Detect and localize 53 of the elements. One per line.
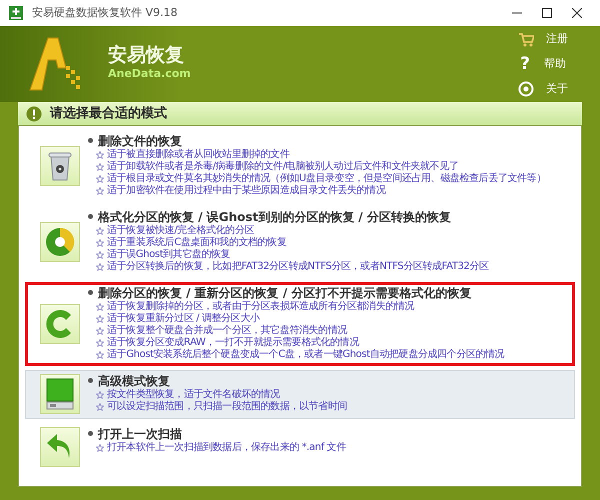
option-description: 适于恢复分区变成RAW，一打不开就提示需要格式化的情况	[107, 337, 359, 348]
star-icon	[96, 303, 104, 311]
website-label: AneData.com	[108, 66, 191, 82]
target-icon	[518, 80, 534, 97]
option-row[interactable]: 高级模式恢复 按文件类型恢复，适于文件名破坏的情况 可以设定扫描范围，只扫描一段范围的数据，以节省时间	[25, 370, 575, 419]
option-description: 适于Ghost安装系统后整个硬盘变成一个C盘，或者一键Ghost自动把硬盘分成四个分区的情况	[107, 349, 504, 361]
maximize-icon	[542, 8, 552, 18]
window-title: 安易硬盘数据恢复软件 V9.18	[32, 4, 178, 21]
star-icon	[96, 315, 104, 323]
option-description: 按文件类型恢复，适于文件名破坏的情况	[107, 389, 280, 400]
close-icon	[572, 8, 582, 18]
brand-name: 安易恢复	[108, 45, 185, 66]
star-icon	[96, 391, 104, 399]
option-description: 适于根目录或文件莫名其妙消失的情况（例如U盘目录变空，但是空间还占用、磁盘检查后丢了文件等）	[107, 173, 546, 184]
option-description: 适于重装系统后C盘桌面和我的文档的恢复	[107, 237, 286, 248]
cart-icon	[518, 32, 534, 47]
star-icon	[96, 339, 104, 347]
option-description: 适于误Ghost到其它盘的恢复	[107, 249, 230, 260]
option-row[interactable]: 格式化分区的恢复 / 误Ghost到别的分区的恢复 / 分区转换的恢复 适于恢复被快速/完全格式化的分区 适于重装系统后C盘桌面和我的文档的恢复 适于误Ghost到其它盘的恢复 适于分区转换后的恢复，比如把FAT32分区转成NTFS分区，或者NTFS分区转成FAT32分区	[25, 206, 575, 278]
option-description: 打开本软件上一次扫描到数据后，保存出来的 *.anf 文件	[107, 442, 346, 454]
option-description: 适于恢复整个硬盘合并成一个分区，其它盘符消失的情况	[107, 325, 348, 336]
option-description: 可以设定扫描范围，只扫描一段范围的数据，以节省时间	[107, 401, 348, 413]
option-title[interactable]: 删除分区的恢复 / 重新分区的恢复 / 分区打不开提示需要格式化的恢复	[88, 286, 504, 301]
star-icon	[96, 251, 104, 259]
help-icon: ?	[518, 56, 532, 72]
option-description: 适于加密软件在使用过程中由于某些原因造成目录文件丢失的情况	[107, 185, 386, 197]
star-icon	[96, 444, 104, 452]
star-icon	[96, 187, 104, 195]
star-icon	[96, 163, 104, 171]
option-description: 适于恢复重新分过区 / 调整分区大小	[107, 313, 260, 324]
star-icon	[96, 239, 104, 247]
star-icon	[96, 227, 104, 235]
option-title[interactable]: 删除文件的恢复	[88, 134, 546, 149]
option-row[interactable]: 删除文件的恢复 适于被直接删除或者从回收站里删掉的文件 适于卸载软件或者是杀毒/病毒删除的文件/电脑被别人动过后文件和文件夹就不见了 适于根目录或文件莫名其妙消失的情况（例如U盘目录变空，但是空间还占用、磁盘检查后丢了文件等） 适于加密软件在使用过程中由于某些原因造成目录文件丢失的情况	[25, 130, 575, 202]
star-icon	[96, 327, 104, 335]
option-description: 适于分区转换后的恢复，比如把FAT32分区转成NTFS分区，或者NTFS分区转成FAT32分区	[107, 261, 489, 273]
star-icon	[96, 175, 104, 183]
option-description: 适于被直接删除或者从回收站里删掉的文件	[107, 149, 290, 160]
option-row[interactable]: 删除分区的恢复 / 重新分区的恢复 / 分区打不开提示需要格式化的恢复 适于恢复删除掉的分区，或者由于分区表损坏造成所有分区都消失的情况 适于恢复重新分过区 / 调整分区大小 适于恢复整个硬盘合并成一个分区，其它盘符消失的情况 适于恢复分区变成RAW，一打不开就提示需要格式化的情况 适于Ghost安装系统后整个硬盘变成一个C盘，或者一键Ghost自动把硬盘分成四个分区的情况	[25, 282, 575, 366]
option-row[interactable]: 打开上一次扫描 打开本软件上一次扫描到数据后，保存出来的 *.anf 文件	[25, 423, 575, 472]
option-title[interactable]: 格式化分区的恢复 / 误Ghost到别的分区的恢复 / 分区转换的恢复	[88, 210, 489, 225]
star-icon	[96, 263, 104, 271]
app-icon	[8, 5, 24, 21]
option-description: 适于卸载软件或者是杀毒/病毒删除的文件/电脑被别人动过后文件和文件夹就不见了	[107, 161, 459, 172]
option-description: 适于恢复被快速/完全格式化的分区	[107, 225, 254, 236]
banner-text: 请选择最合适的模式	[50, 104, 167, 123]
info-icon	[26, 106, 42, 122]
option-title[interactable]: 高级模式恢复	[88, 374, 348, 389]
star-icon	[96, 403, 104, 411]
star-icon	[96, 151, 104, 159]
option-description: 适于恢复删除掉的分区，或者由于分区表损坏造成所有分区都消失的情况	[107, 301, 414, 312]
option-title[interactable]: 打开上一次扫描	[88, 427, 346, 442]
star-icon	[96, 351, 104, 359]
